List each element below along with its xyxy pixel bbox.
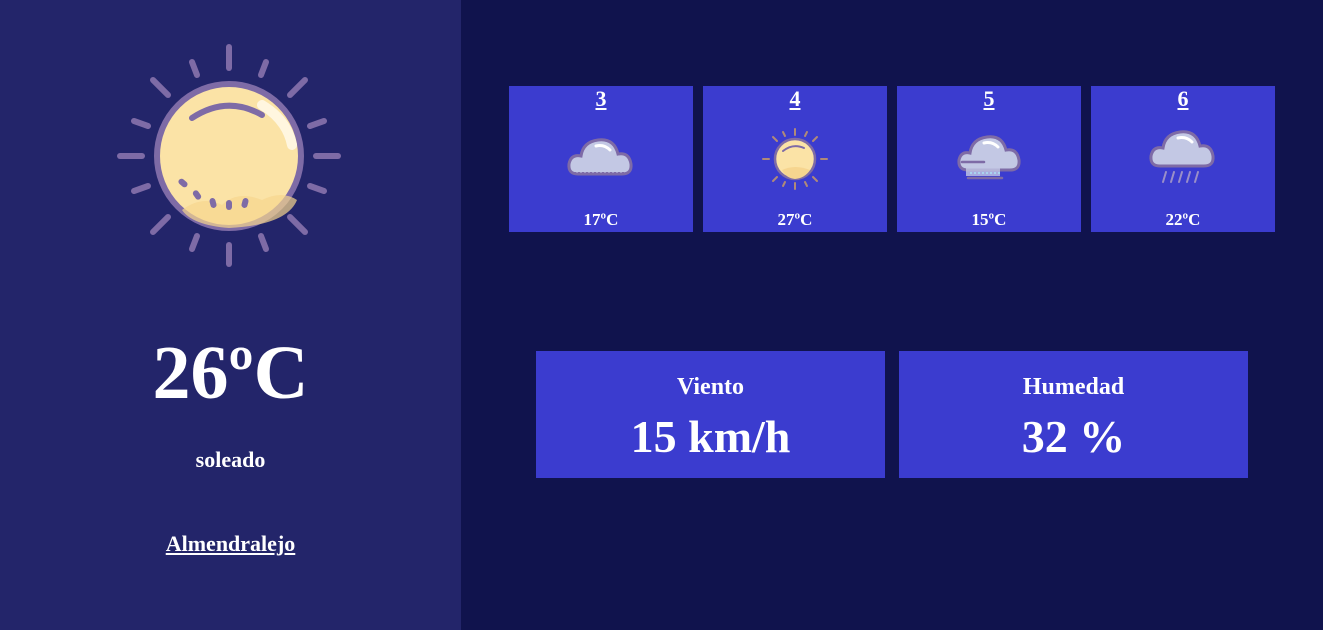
wind-label: Viento [676,374,745,400]
forecast-temperature: 15ºC [971,210,1007,229]
city-link[interactable]: Almendralejo [0,531,461,557]
forecast-day-link[interactable]: 4 [703,86,887,112]
weather-app: 26ºC soleado Almendralejo 3 17ºC 4 27ºC … [0,0,1323,630]
forecast-card-day-3[interactable]: 3 17ºC [509,86,693,232]
current-temperature: 26ºC [152,331,309,415]
forecast-temperature: 27ºC [777,210,813,229]
humidity-label: Humedad [1022,374,1125,400]
fog-cloud-icon [954,126,1024,192]
current-condition: soleado [195,447,266,472]
forecast-day-link[interactable]: 3 [509,86,693,112]
sun-icon [112,40,347,270]
forecast-day-link[interactable]: 6 [1091,86,1275,112]
wind-card: Viento 15 km/h [536,351,885,478]
wind-value: 15 km/h [630,411,791,462]
forecast-card-day-6[interactable]: 6 22ºC [1091,86,1275,232]
forecast-day-link[interactable]: 5 [897,86,1081,112]
rain-cloud-icon [1148,126,1218,192]
forecast-temperature: 17ºC [583,210,619,229]
cloud-icon [566,126,636,192]
forecast-card-day-4[interactable]: 4 27ºC [703,86,887,232]
forecast-card-day-5[interactable]: 5 15ºC [897,86,1081,232]
forecast-panel: 3 17ºC 4 27ºC 5 15ºC 6 22ºC Viento 15 km… [461,0,1323,630]
forecast-temperature: 22ºC [1165,210,1201,229]
humidity-value: 32 % [1021,411,1126,462]
humidity-card: Humedad 32 % [899,351,1248,478]
current-weather-panel: 26ºC soleado Almendralejo [0,0,461,630]
sun-icon [760,126,830,192]
